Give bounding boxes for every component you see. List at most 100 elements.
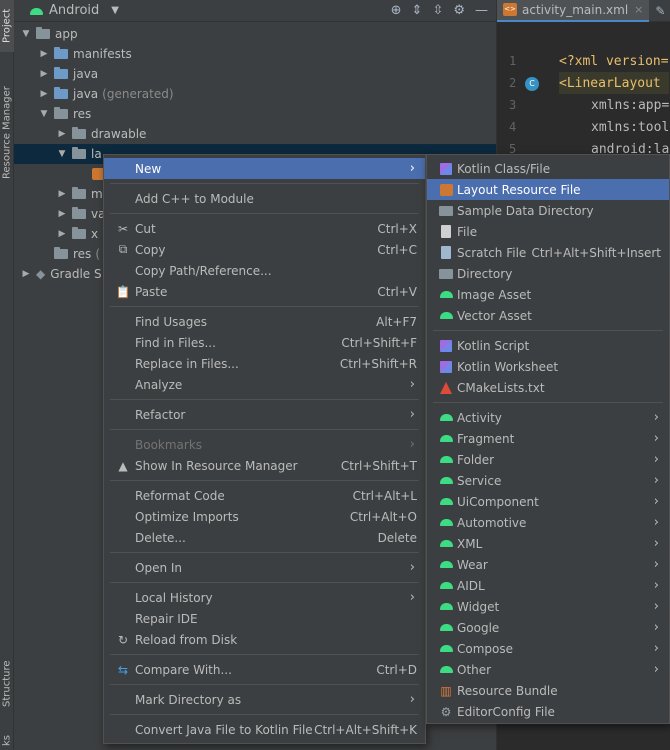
collapse-all-icon[interactable]: ⇳ bbox=[432, 3, 443, 18]
submenu-item-service[interactable]: Service › bbox=[427, 470, 669, 491]
chevron-right-icon[interactable]: ▶ bbox=[38, 69, 50, 79]
android-icon bbox=[439, 621, 453, 635]
submenu-item-kotlin-class-file[interactable]: Kotlin Class/File bbox=[427, 158, 669, 179]
chevron-right-icon[interactable]: ▶ bbox=[38, 89, 50, 99]
menu-item-refactor[interactable]: Refactor › bbox=[104, 404, 425, 425]
chevron-down-icon[interactable]: ▼ bbox=[111, 5, 119, 16]
menu-item-reload-from-disk[interactable]: ↻ Reload from Disk bbox=[104, 629, 425, 650]
submenu-item-wear[interactable]: Wear › bbox=[427, 554, 669, 575]
gear-icon: ⚙ bbox=[440, 704, 452, 719]
menu-item-new[interactable]: New › bbox=[104, 158, 425, 179]
copy-icon: ⧉ bbox=[118, 242, 128, 256]
menu-item-find-usages[interactable]: Find Usages Alt+F7 bbox=[104, 311, 425, 332]
locate-icon[interactable]: ⊕ bbox=[391, 3, 402, 18]
tab-second-file[interactable]: ✎ b bbox=[649, 0, 670, 22]
tree-item-manifests[interactable]: ▶ manifests bbox=[14, 44, 496, 64]
tree-item-label: res bbox=[73, 107, 92, 121]
menu-item-copy-path[interactable]: Copy Path/Reference... bbox=[104, 260, 425, 281]
menu-item-open-in[interactable]: Open In › bbox=[104, 557, 425, 578]
menu-item-add-cpp-to-module[interactable]: Add C++ to Module bbox=[104, 188, 425, 209]
chevron-right-icon[interactable]: ▶ bbox=[56, 229, 68, 239]
class-gutter-icon[interactable]: C bbox=[525, 77, 539, 91]
menu-separator bbox=[110, 480, 419, 481]
submenu-item-scratch-file[interactable]: Scratch File Ctrl+Alt+Shift+Insert bbox=[427, 242, 669, 263]
close-icon[interactable]: × bbox=[634, 3, 643, 16]
tree-item-drawable[interactable]: ▶ drawable bbox=[14, 124, 496, 144]
folder-icon bbox=[439, 267, 453, 281]
submenu-item-activity[interactable]: Activity › bbox=[427, 407, 669, 428]
chevron-right-icon[interactable]: ▶ bbox=[38, 49, 50, 59]
submenu-item-other[interactable]: Other › bbox=[427, 659, 669, 680]
gear-icon[interactable]: ⚙ bbox=[453, 3, 465, 18]
chevron-right-icon[interactable]: ▶ bbox=[56, 189, 68, 199]
chevron-down-icon[interactable]: ▼ bbox=[38, 109, 50, 119]
menu-separator bbox=[110, 399, 419, 400]
submenu-item-kotlin-script[interactable]: Kotlin Script bbox=[427, 335, 669, 356]
submenu-item-vector-asset[interactable]: Vector Asset bbox=[427, 305, 669, 326]
submenu-item-compose[interactable]: Compose › bbox=[427, 638, 669, 659]
menu-item-optimize-imports[interactable]: Optimize Imports Ctrl+Alt+O bbox=[104, 506, 425, 527]
menu-item-compare-with[interactable]: ⇆ Compare With... Ctrl+D bbox=[104, 659, 425, 680]
tree-item-res[interactable]: ▼ res bbox=[14, 104, 496, 124]
menu-item-replace-in-files[interactable]: Replace in Files... Ctrl+Shift+R bbox=[104, 353, 425, 374]
menu-item-analyze[interactable]: Analyze › bbox=[104, 374, 425, 395]
tree-item-java[interactable]: ▶ java bbox=[14, 64, 496, 84]
menu-separator bbox=[110, 654, 419, 655]
minimize-icon[interactable]: — bbox=[475, 3, 488, 18]
submenu-item-google[interactable]: Google › bbox=[427, 617, 669, 638]
submenu-item-folder[interactable]: Folder › bbox=[427, 449, 669, 470]
code-content[interactable]: <?xml version= <LinearLayout xmlns:app= … bbox=[559, 50, 670, 160]
resource-manager-icon: ▲ bbox=[118, 458, 128, 473]
menu-separator bbox=[110, 213, 419, 214]
expand-all-icon[interactable]: ⇕ bbox=[412, 3, 423, 18]
submenu-item-uicomponent[interactable]: UiComponent › bbox=[427, 491, 669, 512]
structure-tool-tab[interactable]: Structure bbox=[0, 652, 14, 716]
chevron-down-icon[interactable]: ▼ bbox=[20, 29, 32, 39]
submenu-item-aidl[interactable]: AIDL › bbox=[427, 575, 669, 596]
chevron-right-icon: › bbox=[653, 557, 659, 572]
menu-item-delete[interactable]: Delete... Delete bbox=[104, 527, 425, 548]
submenu-item-image-asset[interactable]: Image Asset bbox=[427, 284, 669, 305]
chevron-right-icon[interactable]: ▶ bbox=[20, 269, 32, 279]
submenu-item-kotlin-worksheet[interactable]: Kotlin Worksheet bbox=[427, 356, 669, 377]
menu-item-local-history[interactable]: Local History › bbox=[104, 587, 425, 608]
submenu-item-file[interactable]: File bbox=[427, 221, 669, 242]
submenu-item-automotive[interactable]: Automotive › bbox=[427, 512, 669, 533]
chevron-down-icon[interactable]: ▼ bbox=[56, 149, 68, 159]
chevron-right-icon[interactable]: ▶ bbox=[56, 129, 68, 139]
folder-icon bbox=[54, 87, 68, 99]
tree-item-java-generated[interactable]: ▶ java (generated) bbox=[14, 84, 496, 104]
android-icon bbox=[439, 600, 453, 614]
submenu-item-widget[interactable]: Widget › bbox=[427, 596, 669, 617]
submenu-item-cmakelists[interactable]: CMakeLists.txt bbox=[427, 377, 669, 398]
submenu-item-xml[interactable]: XML › bbox=[427, 533, 669, 554]
menu-item-find-in-files[interactable]: Find in Files... Ctrl+Shift+F bbox=[104, 332, 425, 353]
kotlin-file-icon: ✎ bbox=[655, 3, 666, 18]
tree-item-app[interactable]: ▼ app bbox=[14, 24, 496, 44]
menu-item-paste[interactable]: 📋 Paste Ctrl+V bbox=[104, 281, 425, 302]
submenu-item-directory[interactable]: Directory bbox=[427, 263, 669, 284]
menu-item-show-in-resource-manager[interactable]: ▲ Show In Resource Manager Ctrl+Shift+T bbox=[104, 455, 425, 476]
submenu-item-resource-bundle[interactable]: ▥ Resource Bundle bbox=[427, 680, 669, 701]
submenu-item-sample-data-directory[interactable]: Sample Data Directory bbox=[427, 200, 669, 221]
submenu-item-layout-resource-file[interactable]: Layout Resource File bbox=[427, 179, 669, 200]
project-tool-tab[interactable]: Project bbox=[0, 0, 14, 52]
submenu-item-fragment[interactable]: Fragment › bbox=[427, 428, 669, 449]
menu-item-repair-ide[interactable]: Repair IDE bbox=[104, 608, 425, 629]
chevron-right-icon: › bbox=[409, 161, 415, 176]
project-view-selector[interactable]: Android bbox=[49, 3, 99, 18]
bookmarks-tool-tab[interactable]: ks bbox=[0, 730, 14, 750]
menu-item-mark-directory-as[interactable]: Mark Directory as › bbox=[104, 689, 425, 710]
menu-item-reformat-code[interactable]: Reformat Code Ctrl+Alt+L bbox=[104, 485, 425, 506]
folder-icon bbox=[54, 67, 68, 79]
menu-separator bbox=[110, 183, 419, 184]
menu-item-copy[interactable]: ⧉ Copy Ctrl+C bbox=[104, 239, 425, 260]
submenu-item-editorconfig-file[interactable]: ⚙ EditorConfig File bbox=[427, 701, 669, 722]
xml-file-icon: <> bbox=[503, 3, 517, 16]
menu-item-cut[interactable]: ✂ Cut Ctrl+X bbox=[104, 218, 425, 239]
chevron-right-icon[interactable]: ▶ bbox=[56, 209, 68, 219]
resource-manager-tool-tab[interactable]: Resource Manager bbox=[0, 78, 14, 188]
tab-activity-main-xml[interactable]: <> activity_main.xml × bbox=[497, 0, 650, 22]
tree-item-label: java bbox=[73, 87, 99, 101]
menu-item-convert-java-to-kotlin[interactable]: Convert Java File to Kotlin File Ctrl+Alt… bbox=[104, 719, 425, 740]
